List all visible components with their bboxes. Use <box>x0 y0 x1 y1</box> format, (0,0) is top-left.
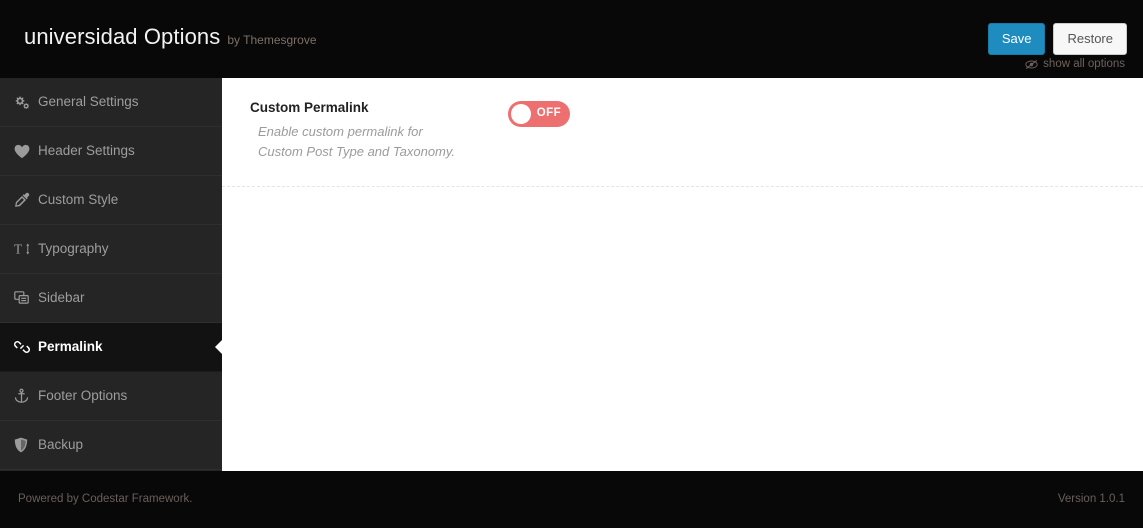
sidebar-item-label: Typography <box>38 241 109 257</box>
field-text-block: Custom Permalink Enable custom permalink… <box>250 100 508 162</box>
eye-slash-icon <box>1025 59 1038 70</box>
page-header: universidad Options by Themesgrove Save … <box>0 0 1143 78</box>
sidebar-nav: General Settings Header Settings Custom … <box>0 78 222 471</box>
shield-icon <box>14 437 36 453</box>
sidebar-item-general-settings[interactable]: General Settings <box>0 78 222 127</box>
sidebar-item-typography[interactable]: T Typography <box>0 225 222 274</box>
field-description: Enable custom permalink for Custom Post … <box>258 124 456 160</box>
page-title: universidad Options <box>24 24 221 49</box>
header-action-buttons: Save Restore <box>987 23 1127 55</box>
sidebar-item-label: Sidebar <box>38 290 85 306</box>
version-label: Version 1.0.1 <box>1057 493 1125 505</box>
field-title: Custom Permalink <box>250 100 369 115</box>
sidebar-item-label: Custom Style <box>38 192 119 208</box>
header-title-group: universidad Options by Themesgrove <box>24 26 317 48</box>
sidebar-item-label: Header Settings <box>38 143 135 159</box>
save-button[interactable]: Save <box>987 23 1046 55</box>
show-all-options-link[interactable]: show all options <box>1025 58 1125 70</box>
active-item-arrow-icon <box>215 340 222 354</box>
field-custom-permalink: Custom Permalink Enable custom permalink… <box>222 78 1143 188</box>
sidebar-item-label: General Settings <box>38 94 139 110</box>
sidebar-item-backup[interactable]: Backup <box>0 421 222 470</box>
sidebar-item-header-settings[interactable]: Header Settings <box>0 127 222 176</box>
field-control-wrap: OFF <box>508 100 570 127</box>
sidebar-item-custom-style[interactable]: Custom Style <box>0 176 222 225</box>
toggle-knob <box>511 104 531 124</box>
link-chain-icon <box>14 339 36 355</box>
toggle-state-label: OFF <box>536 107 561 120</box>
clone-icon <box>14 291 36 305</box>
show-all-options-label: show all options <box>1043 58 1125 70</box>
eyedropper-icon <box>14 192 36 208</box>
sidebar-item-permalink[interactable]: Permalink <box>0 323 222 372</box>
restore-button[interactable]: Restore <box>1053 23 1127 55</box>
sidebar-item-label: Backup <box>38 437 84 453</box>
text-height-icon: T <box>14 242 36 256</box>
custom-permalink-toggle[interactable]: OFF <box>508 101 570 127</box>
options-content: Custom Permalink Enable custom permalink… <box>222 78 1143 471</box>
sidebar-item-footer-options[interactable]: Footer Options <box>0 372 222 421</box>
options-panel: universidad Options by Themesgrove Save … <box>0 0 1143 528</box>
page-subtitle: by Themesgrove <box>227 33 317 47</box>
sidebar-item-label: Permalink <box>38 339 103 355</box>
anchor-icon <box>14 388 36 404</box>
page-footer: Powered by Codestar Framework. Version 1… <box>0 471 1143 528</box>
svg-text:T: T <box>14 242 22 256</box>
sidebar-item-label: Footer Options <box>38 388 128 404</box>
gears-icon <box>14 95 36 110</box>
powered-by-label[interactable]: Powered by Codestar Framework. <box>18 493 192 505</box>
sidebar-item-sidebar[interactable]: Sidebar <box>0 274 222 323</box>
heart-icon <box>14 144 36 159</box>
